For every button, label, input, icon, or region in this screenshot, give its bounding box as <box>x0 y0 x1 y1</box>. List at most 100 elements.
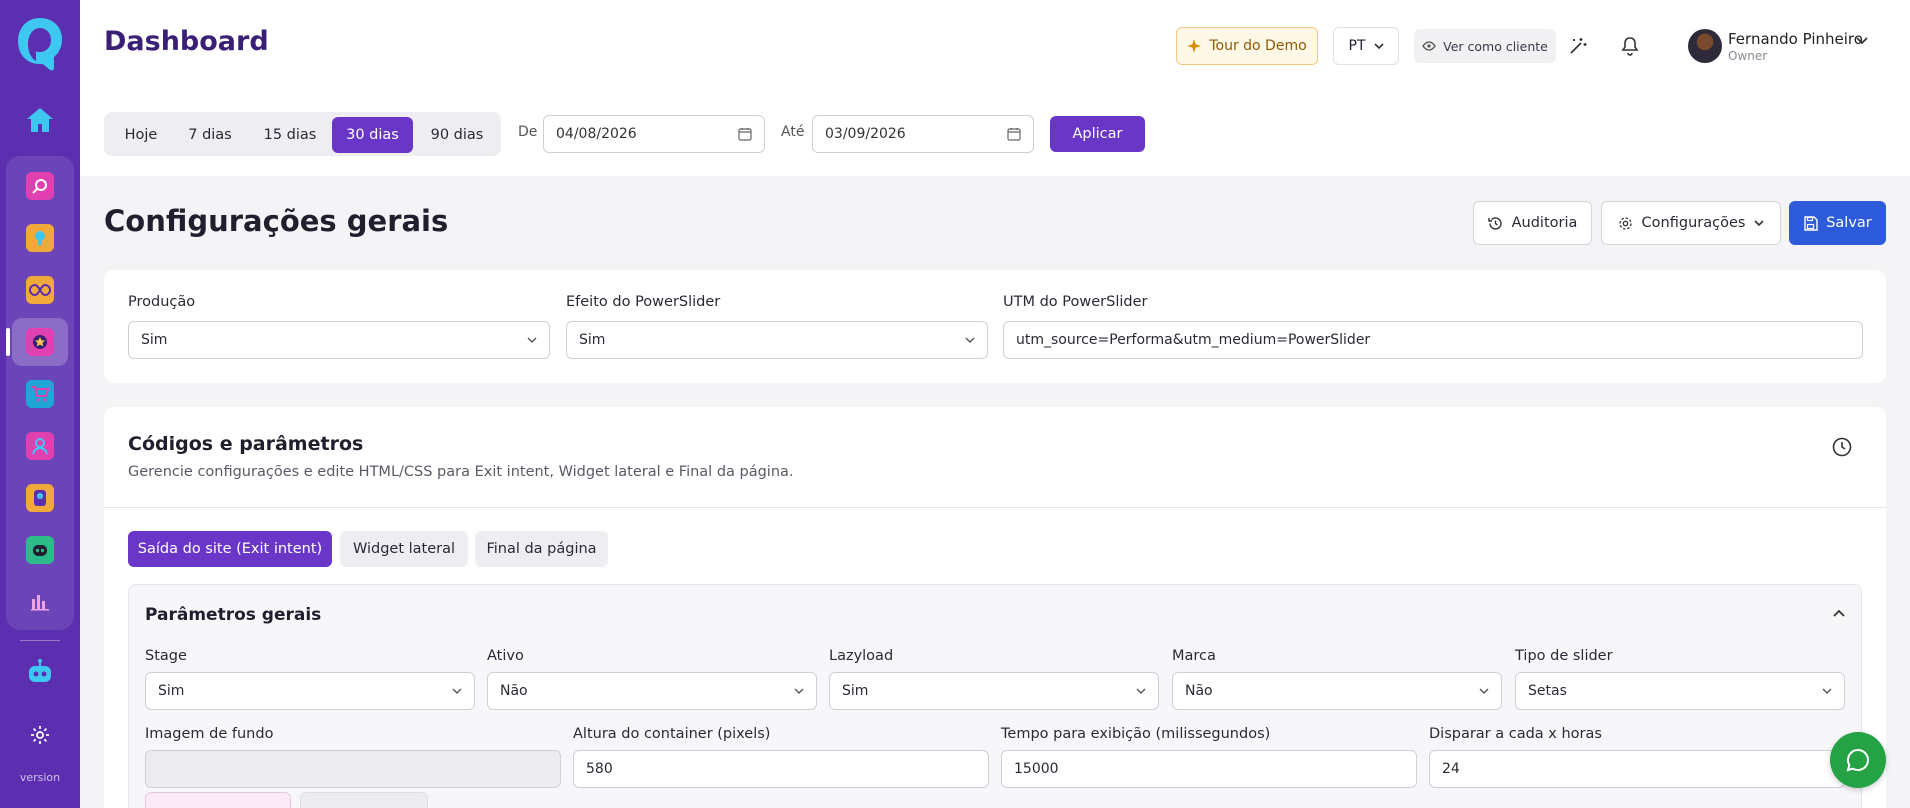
save-button[interactable]: Salvar <box>1789 201 1886 245</box>
bulb-app-icon[interactable] <box>12 214 68 262</box>
home-icon[interactable] <box>20 100 60 140</box>
utm-input[interactable]: utm_source=Performa&utm_medium=PowerSlid… <box>1003 321 1863 359</box>
altura-container-label: Altura do container (pixels) <box>573 726 771 742</box>
disparar-horas-input[interactable]: 24 <box>1429 750 1845 788</box>
chevron-up-icon[interactable] <box>1833 609 1845 617</box>
general-settings-card: Produção Sim Efeito do PowerSlider Sim U… <box>104 270 1886 383</box>
settings-label: Configurações <box>1641 215 1746 231</box>
producao-label: Produção <box>128 294 196 310</box>
save-icon <box>1804 215 1818 231</box>
tempo-exibicao-input[interactable]: 15000 <box>1001 750 1417 788</box>
marca-value: Não <box>1185 683 1213 699</box>
save-label: Salvar <box>1826 215 1872 231</box>
chevron-down-icon <box>452 688 462 694</box>
chevron-down-icon <box>1479 688 1489 694</box>
badge-app-icon[interactable] <box>12 474 68 522</box>
gear-icon <box>1618 216 1632 230</box>
stage-select[interactable]: Sim <box>145 672 475 710</box>
apply-button[interactable]: Aplicar <box>1050 116 1145 152</box>
efeito-label: Efeito do PowerSlider <box>566 294 721 310</box>
tempo-exibicao-value: 15000 <box>1014 761 1059 777</box>
bot-icon[interactable] <box>20 652 60 692</box>
efeito-select[interactable]: Sim <box>566 321 988 359</box>
from-label: De <box>518 124 538 140</box>
infinity-app-icon[interactable] <box>12 266 68 314</box>
general-params-panel: Parâmetros gerais Stage Sim Ativo Não La… <box>128 584 1862 808</box>
altura-container-input[interactable]: 580 <box>573 750 989 788</box>
producao-select[interactable]: Sim <box>128 321 550 359</box>
ativo-label: Ativo <box>487 648 524 664</box>
gear-icon[interactable] <box>20 715 60 755</box>
panel-title: Parâmetros gerais <box>145 605 322 625</box>
imagem-fundo-label: Imagem de fundo <box>145 726 274 742</box>
lazyload-select[interactable]: Sim <box>829 672 1159 710</box>
view-as-client-label: Ver como cliente <box>1443 38 1548 54</box>
from-date-input[interactable]: 04/08/2026 <box>543 115 765 153</box>
tab-widget-lateral[interactable]: Widget lateral <box>340 531 468 567</box>
range-7-days-button[interactable]: 7 dias <box>174 117 246 153</box>
image-preview-chip[interactable] <box>145 792 291 808</box>
cart-app-icon[interactable] <box>12 370 68 418</box>
chevron-down-icon <box>1754 220 1765 226</box>
tab-exit-intent[interactable]: Saída do site (Exit intent) <box>128 531 332 567</box>
star-app-icon[interactable] <box>6 318 68 366</box>
bell-icon[interactable] <box>1615 31 1645 61</box>
tour-demo-button[interactable]: Tour do Demo <box>1176 27 1318 65</box>
version-label: version <box>19 771 61 784</box>
chevron-down-icon <box>1822 688 1832 694</box>
disparar-horas-value: 24 <box>1442 761 1460 777</box>
upload-chip[interactable] <box>300 792 428 808</box>
producao-value: Sim <box>141 332 168 348</box>
chevron-down-icon <box>1373 43 1384 49</box>
audit-button[interactable]: Auditoria <box>1473 201 1592 245</box>
clock-icon[interactable] <box>1832 437 1852 457</box>
language-select[interactable]: PT <box>1333 27 1399 65</box>
marca-select[interactable]: Não <box>1172 672 1502 710</box>
language-value: PT <box>1348 38 1366 54</box>
tempo-exibicao-label: Tempo para exibição (milissegundos) <box>1001 726 1271 742</box>
range-90-days-button[interactable]: 90 dias <box>417 117 497 153</box>
date-filter-bar: Hoje 7 dias 15 dias 30 dias 90 dias De 0… <box>80 90 1910 176</box>
tipo-slider-select[interactable]: Setas <box>1515 672 1845 710</box>
tipo-slider-value: Setas <box>1528 683 1567 699</box>
apps-group <box>6 156 74 630</box>
chart-app-icon[interactable] <box>12 578 68 626</box>
eye-icon <box>1422 41 1436 51</box>
tab-final-pagina[interactable]: Final da página <box>475 531 608 567</box>
chevron-down-icon <box>794 688 804 694</box>
view-as-client-button[interactable]: Ver como cliente <box>1414 29 1556 63</box>
date-range-group: Hoje 7 dias 15 dias 30 dias 90 dias <box>104 112 501 156</box>
chevron-down-icon[interactable] <box>1856 37 1868 45</box>
to-date-input[interactable]: 03/09/2026 <box>812 115 1034 153</box>
avatar[interactable] <box>1688 29 1722 63</box>
chat-button[interactable] <box>1830 732 1886 788</box>
imagem-fundo-input[interactable] <box>145 750 561 788</box>
user-name: Fernando Pinheiro <box>1728 30 1863 48</box>
codes-parameters-card: Códigos e parâmetros Gerencie configuraç… <box>104 407 1886 808</box>
range-15-days-button[interactable]: 15 dias <box>250 117 330 153</box>
sidebar: version <box>0 0 80 808</box>
calendar-icon <box>1007 128 1021 141</box>
codes-subtitle: Gerencie configurações e edite HTML/CSS … <box>128 464 794 480</box>
page-title: Configurações gerais <box>104 204 449 238</box>
user-app-icon[interactable] <box>12 422 68 470</box>
range-30-days-button[interactable]: 30 dias <box>332 117 413 153</box>
to-label: Até <box>781 124 805 140</box>
range-today-button[interactable]: Hoje <box>110 117 172 153</box>
utm-value: utm_source=Performa&utm_medium=PowerSlid… <box>1016 332 1371 348</box>
search-app-icon[interactable] <box>12 162 68 210</box>
section-divider <box>104 507 1886 508</box>
dashboard-title: Dashboard <box>104 26 269 57</box>
robot-app-icon[interactable] <box>12 526 68 574</box>
to-date-value: 03/09/2026 <box>825 126 906 142</box>
brand-logo[interactable] <box>14 14 66 72</box>
efeito-value: Sim <box>579 332 606 348</box>
top-header: Dashboard Tour do Demo PT Ver como clien… <box>80 0 1910 90</box>
settings-dropdown-button[interactable]: Configurações <box>1601 201 1781 245</box>
marca-label: Marca <box>1172 648 1216 664</box>
ativo-select[interactable]: Não <box>487 672 817 710</box>
tour-demo-label: Tour do Demo <box>1209 38 1307 54</box>
magic-icon[interactable] <box>1563 31 1593 61</box>
tipo-slider-label: Tipo de slider <box>1515 648 1613 664</box>
stage-label: Stage <box>145 648 187 664</box>
